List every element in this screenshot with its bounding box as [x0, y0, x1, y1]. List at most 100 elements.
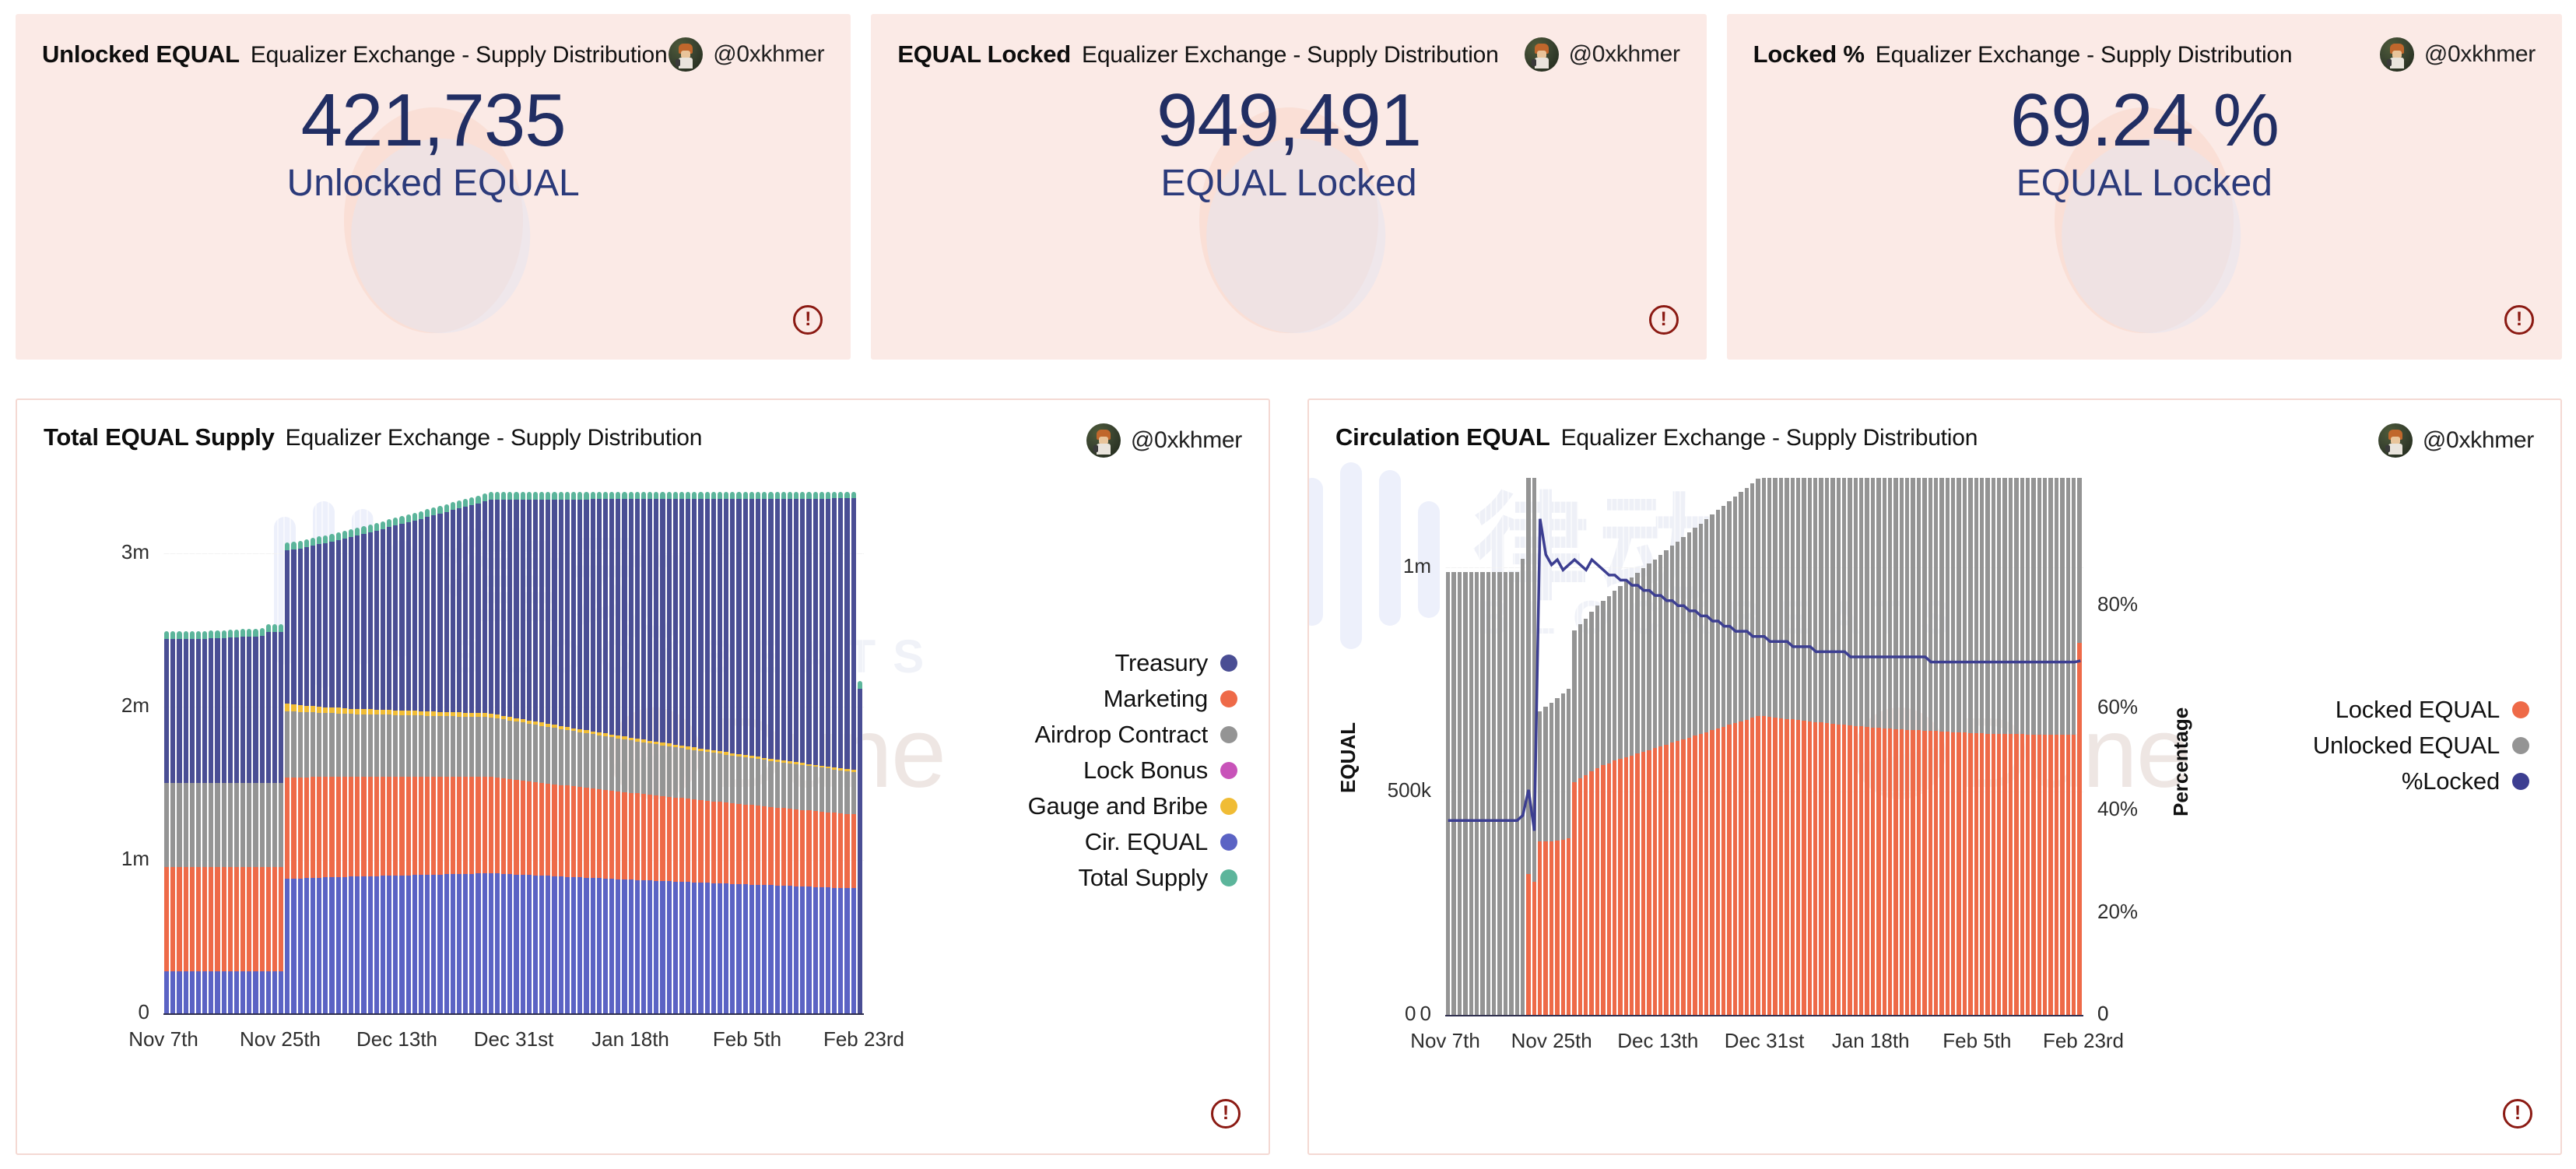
- table-row[interactable]: [595, 492, 602, 1013]
- legend-item[interactable]: Cir. EQUAL: [1028, 824, 1237, 860]
- table-row[interactable]: [455, 492, 463, 1013]
- table-row[interactable]: [233, 492, 240, 1013]
- table-row[interactable]: [665, 491, 672, 1013]
- table-row[interactable]: [609, 492, 616, 1013]
- table-row[interactable]: [850, 492, 857, 1013]
- table-row[interactable]: [805, 492, 812, 1013]
- kpi-card-locked-percent[interactable]: Locked % Equalizer Exchange - Supply Dist…: [1726, 14, 2562, 360]
- table-row[interactable]: [818, 492, 825, 1013]
- author-badge[interactable]: @0xkhmer: [2379, 37, 2536, 72]
- legend-item[interactable]: Gauge and Bribe: [1028, 788, 1237, 824]
- table-row[interactable]: [335, 492, 342, 1013]
- table-row[interactable]: [513, 492, 520, 1013]
- table-row[interactable]: [799, 491, 806, 1013]
- warning-icon[interactable]: !: [1211, 1099, 1241, 1129]
- table-row[interactable]: [195, 492, 202, 1013]
- chart-legend-left[interactable]: Treasury Marketing Airdrop Contract Lock Bo…: [1028, 645, 1237, 896]
- table-row[interactable]: [856, 492, 863, 1013]
- table-row[interactable]: [525, 492, 532, 1013]
- table-row[interactable]: [354, 492, 361, 1013]
- table-row[interactable]: [519, 492, 526, 1013]
- table-row[interactable]: [577, 492, 584, 1013]
- table-row[interactable]: [742, 491, 749, 1013]
- table-row[interactable]: [188, 492, 195, 1013]
- table-row[interactable]: [220, 492, 227, 1013]
- table-row[interactable]: [539, 492, 546, 1013]
- author-badge[interactable]: @0xkhmer: [1524, 37, 1680, 72]
- legend-item[interactable]: Treasury: [1028, 645, 1237, 681]
- table-row[interactable]: [697, 492, 704, 1013]
- warning-icon[interactable]: !: [2503, 1099, 2532, 1129]
- legend-item[interactable]: %Locked: [2313, 764, 2529, 799]
- table-row[interactable]: [487, 492, 494, 1013]
- table-row[interactable]: [462, 492, 469, 1013]
- table-row[interactable]: [208, 492, 215, 1013]
- table-row[interactable]: [373, 492, 380, 1013]
- table-row[interactable]: [844, 492, 851, 1013]
- table-row[interactable]: [240, 492, 247, 1013]
- table-row[interactable]: [265, 492, 272, 1013]
- table-row[interactable]: [322, 492, 329, 1013]
- table-row[interactable]: [437, 492, 444, 1013]
- table-row[interactable]: [341, 492, 348, 1013]
- table-row[interactable]: [507, 492, 514, 1013]
- chart-card-total-equal-supply[interactable]: 律动 BLOCKBEATS Dune Total EQUAL SupplyEqu…: [16, 398, 1270, 1155]
- table-row[interactable]: [545, 492, 552, 1013]
- table-row[interactable]: [563, 491, 570, 1013]
- table-row[interactable]: [303, 492, 310, 1013]
- table-row[interactable]: [748, 492, 755, 1013]
- table-row[interactable]: [710, 492, 717, 1013]
- table-row[interactable]: [774, 492, 781, 1013]
- kpi-card-equal-locked[interactable]: EQUAL Locked Equalizer Exchange - Supply …: [871, 14, 1707, 360]
- table-row[interactable]: [278, 492, 285, 1013]
- table-row[interactable]: [570, 492, 577, 1013]
- table-row[interactable]: [316, 492, 323, 1013]
- table-row[interactable]: [704, 492, 711, 1013]
- warning-icon[interactable]: !: [2504, 305, 2534, 335]
- table-row[interactable]: [583, 492, 590, 1013]
- table-row[interactable]: [271, 492, 279, 1013]
- table-row[interactable]: [786, 492, 794, 1013]
- table-row[interactable]: [309, 492, 317, 1013]
- legend-item[interactable]: Locked EQUAL: [2313, 692, 2529, 728]
- table-row[interactable]: [659, 492, 666, 1013]
- table-row[interactable]: [405, 492, 412, 1013]
- table-row[interactable]: [716, 491, 724, 1013]
- table-row[interactable]: [481, 492, 488, 1013]
- table-row[interactable]: [653, 492, 660, 1013]
- table-row[interactable]: [417, 492, 425, 1013]
- warning-icon[interactable]: !: [1648, 305, 1679, 335]
- warning-icon[interactable]: !: [793, 305, 823, 335]
- table-row[interactable]: [627, 491, 634, 1013]
- table-row[interactable]: [202, 492, 209, 1013]
- table-row[interactable]: [672, 492, 679, 1013]
- table-row[interactable]: [182, 492, 189, 1013]
- table-row[interactable]: [493, 492, 501, 1013]
- table-row[interactable]: [297, 492, 304, 1013]
- table-row[interactable]: [449, 492, 456, 1013]
- table-row[interactable]: [500, 492, 507, 1013]
- table-row[interactable]: [640, 492, 648, 1013]
- chart-legend-right[interactable]: Locked EQUAL Unlocked EQUAL %Locked: [2313, 692, 2529, 799]
- table-row[interactable]: [246, 492, 253, 1013]
- table-row[interactable]: [812, 492, 819, 1013]
- table-row[interactable]: [831, 492, 838, 1013]
- legend-item[interactable]: Unlocked EQUAL: [2313, 728, 2529, 764]
- table-row[interactable]: [615, 492, 622, 1013]
- table-row[interactable]: [430, 492, 437, 1013]
- table-row[interactable]: [214, 492, 221, 1013]
- table-row[interactable]: [176, 492, 183, 1013]
- table-row[interactable]: [557, 492, 564, 1013]
- kpi-card-unlocked-equal[interactable]: Unlocked EQUAL Equalizer Exchange - Suppl…: [16, 14, 851, 360]
- table-row[interactable]: [767, 492, 774, 1013]
- table-row[interactable]: [793, 491, 800, 1013]
- table-row[interactable]: [163, 492, 170, 1013]
- table-row[interactable]: [647, 492, 654, 1013]
- table-row[interactable]: [226, 492, 233, 1013]
- table-row[interactable]: [678, 492, 686, 1013]
- table-row[interactable]: [398, 492, 405, 1013]
- table-row[interactable]: [258, 492, 265, 1013]
- table-row[interactable]: [729, 492, 736, 1013]
- table-row[interactable]: [532, 491, 539, 1013]
- table-row[interactable]: [386, 492, 393, 1013]
